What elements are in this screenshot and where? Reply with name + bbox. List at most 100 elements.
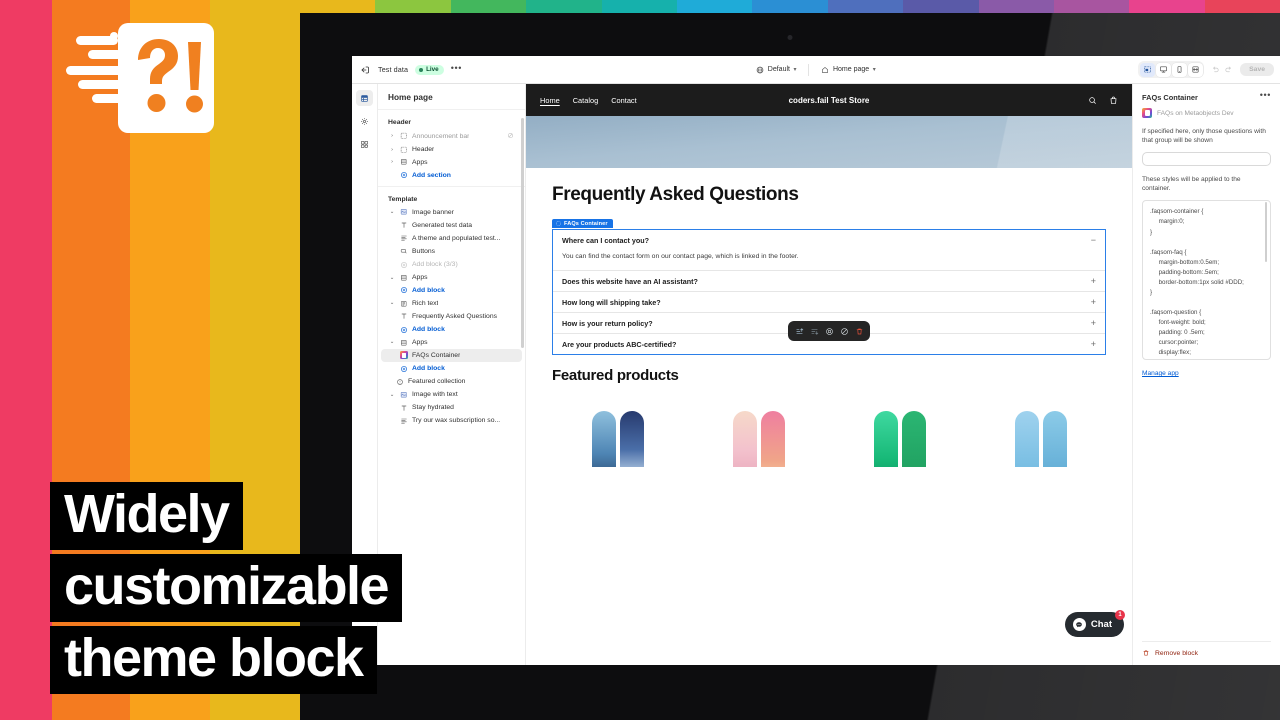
apps-icon[interactable] bbox=[356, 136, 373, 152]
mobile-icon[interactable] bbox=[1171, 62, 1187, 77]
sidebar-item-faq-heading[interactable]: Frequently Asked Questions bbox=[381, 310, 522, 323]
block-action-toolbar bbox=[788, 321, 870, 341]
faq-question-row[interactable]: Where can I contact you? − bbox=[553, 230, 1105, 250]
sidebar-item-theme-paragraph[interactable]: A theme and populated test... bbox=[381, 232, 522, 245]
page-selector-label: Home page bbox=[832, 66, 870, 73]
hero-image-banner[interactable] bbox=[526, 116, 1132, 168]
faq-item[interactable]: How long will shipping take? + bbox=[553, 292, 1105, 313]
sidebar-item-image-banner[interactable]: ⌄ Image banner bbox=[381, 206, 522, 219]
hide-icon[interactable] bbox=[838, 325, 850, 337]
overlay-title: Widely customizable theme block bbox=[50, 481, 403, 698]
fit-width-icon[interactable] bbox=[1187, 62, 1203, 77]
remove-block-button[interactable]: Remove block bbox=[1142, 641, 1271, 665]
faq-question-text: How is your return policy? bbox=[562, 318, 653, 328]
image-banner-icon bbox=[399, 208, 408, 216]
sidebar-item-stay-hydrated[interactable]: Stay hydrated bbox=[381, 401, 522, 414]
theme-settings-icon[interactable] bbox=[356, 113, 373, 129]
sidebar-item-label: Add block bbox=[412, 365, 445, 373]
custom-css-textarea[interactable]: .faqsom-container { margin:0; } .faqsom-… bbox=[1142, 200, 1271, 361]
product-card[interactable] bbox=[975, 397, 1106, 467]
faq-question-row[interactable]: Does this website have an AI assistant? … bbox=[553, 271, 1105, 291]
sidebar-item-generated-test-data[interactable]: Generated test data bbox=[381, 218, 522, 231]
rainbow-seg bbox=[978, 0, 1054, 13]
plus-icon[interactable]: + bbox=[1091, 298, 1096, 307]
inspector-app-row[interactable]: FAQs on Metaobjects Dev bbox=[1142, 108, 1271, 118]
sidebar-scrollbar[interactable] bbox=[521, 118, 524, 348]
nav-link-home[interactable]: Home bbox=[540, 96, 560, 105]
chevron-down-icon[interactable]: ⌄ bbox=[389, 339, 395, 345]
move-down-icon[interactable] bbox=[808, 325, 820, 337]
text-block-icon bbox=[399, 221, 408, 229]
nav-link-catalog[interactable]: Catalog bbox=[573, 96, 598, 105]
product-card[interactable] bbox=[834, 397, 965, 467]
faq-item[interactable]: Where can I contact you? − You can find … bbox=[553, 230, 1105, 271]
sidebar-item-label: Buttons bbox=[412, 247, 436, 255]
inspector-app-name: FAQs on Metaobjects Dev bbox=[1157, 109, 1234, 117]
exit-icon[interactable] bbox=[358, 63, 371, 76]
sidebar-item-apps-1[interactable]: ⌄ Apps bbox=[381, 271, 522, 284]
sidebar-item-apps-2[interactable]: ⌄ Apps bbox=[381, 336, 522, 349]
paragraph-icon bbox=[399, 234, 408, 242]
sidebar-item-apps-header[interactable]: › Apps bbox=[381, 156, 522, 169]
theme-preview[interactable]: Home Catalog Contact coders.fail Test St… bbox=[526, 84, 1132, 665]
faq-question-row[interactable]: How long will shipping take? + bbox=[553, 292, 1105, 312]
nav-link-contact[interactable]: Contact bbox=[611, 96, 636, 105]
sidebar-add-section-button[interactable]: Add section bbox=[381, 169, 522, 182]
chevron-down-icon[interactable]: ⌄ bbox=[389, 209, 395, 215]
sidebar-add-block-rich-text[interactable]: Add block bbox=[381, 323, 522, 336]
hidden-icon bbox=[507, 132, 514, 141]
chevron-right-icon[interactable]: › bbox=[389, 147, 395, 153]
redo-icon[interactable] bbox=[1224, 65, 1233, 74]
sidebar-item-rich-text[interactable]: ⌄ Rich text bbox=[381, 297, 522, 310]
sidebar-item-buttons[interactable]: Buttons bbox=[381, 245, 522, 258]
plus-icon[interactable]: + bbox=[1091, 340, 1096, 349]
sidebar-add-block-apps-1[interactable]: Add block bbox=[381, 284, 522, 297]
delete-icon[interactable] bbox=[853, 325, 865, 337]
faq-item[interactable]: Does this website have an AI assistant? … bbox=[553, 271, 1105, 292]
plus-icon[interactable]: + bbox=[1091, 319, 1096, 328]
group-input[interactable] bbox=[1142, 151, 1271, 166]
page-selector[interactable]: Home page ▾ bbox=[817, 64, 879, 76]
css-scrollbar[interactable] bbox=[1264, 202, 1267, 263]
chevron-right-icon[interactable]: › bbox=[389, 159, 395, 165]
sidebar-item-featured-collection[interactable]: Featured collection bbox=[381, 375, 522, 388]
image-banner-icon bbox=[399, 391, 408, 399]
fullscreen-preview-icon[interactable] bbox=[1139, 62, 1155, 77]
product-card[interactable] bbox=[552, 397, 683, 467]
sidebar-item-header[interactable]: › Header bbox=[381, 143, 522, 156]
search-icon[interactable] bbox=[1088, 96, 1097, 105]
manage-app-link[interactable]: Manage app bbox=[1142, 370, 1271, 377]
product-card-row bbox=[552, 397, 1106, 467]
rainbow-seg bbox=[526, 0, 602, 13]
sidebar-item-label: Featured collection bbox=[408, 378, 466, 386]
chevron-down-icon[interactable]: ⌄ bbox=[389, 392, 395, 398]
product-card[interactable] bbox=[693, 397, 824, 467]
sidebar-item-image-with-text[interactable]: ⌄ Image with text bbox=[381, 388, 522, 401]
overlay-title-line-3: theme block bbox=[50, 625, 377, 694]
sidebar-add-block-apps-2[interactable]: Add block bbox=[381, 362, 522, 375]
minus-icon[interactable]: − bbox=[1091, 236, 1096, 245]
chevron-right-icon[interactable]: › bbox=[389, 133, 395, 139]
desktop-icon[interactable] bbox=[1155, 62, 1171, 77]
duplicate-icon[interactable] bbox=[823, 325, 835, 337]
sidebar-item-wax-subscription[interactable]: Try our wax subscription so... bbox=[381, 414, 522, 427]
market-selector[interactable]: Default ▾ bbox=[752, 64, 800, 76]
undo-icon[interactable] bbox=[1211, 65, 1220, 74]
history-controls bbox=[1207, 65, 1237, 74]
sidebar-item-announcement-bar[interactable]: › Announcement bar bbox=[381, 129, 522, 143]
sections-icon[interactable] bbox=[356, 90, 373, 106]
sidebar-item-faqs-container[interactable]: FAQs Container bbox=[381, 348, 522, 362]
ellipsis-icon[interactable]: ••• bbox=[451, 63, 462, 75]
chat-widget-button[interactable]: Chat 1 bbox=[1064, 610, 1125, 637]
chevron-down-icon[interactable]: ⌄ bbox=[389, 275, 395, 281]
cart-icon[interactable] bbox=[1109, 96, 1118, 105]
sidebar-item-label: Stay hydrated bbox=[412, 404, 454, 412]
plus-icon[interactable]: + bbox=[1091, 277, 1096, 286]
chevron-down-icon[interactable]: ⌄ bbox=[389, 300, 395, 306]
ellipsis-icon[interactable]: ••• bbox=[1260, 91, 1271, 102]
sidebar-page-title: Home page bbox=[378, 84, 525, 110]
move-up-icon[interactable] bbox=[793, 325, 805, 337]
topbar-left: Test data Live ••• bbox=[358, 63, 462, 76]
rich-text-icon bbox=[399, 300, 408, 308]
save-button[interactable]: Save bbox=[1240, 63, 1274, 76]
